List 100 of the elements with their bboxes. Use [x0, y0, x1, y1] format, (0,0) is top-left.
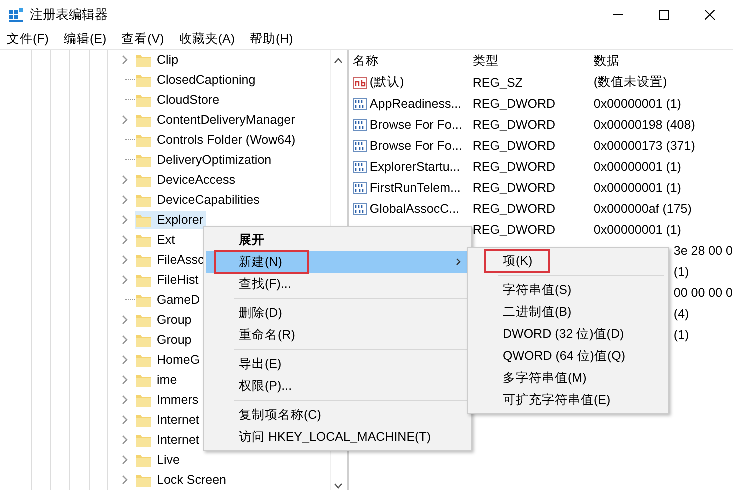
value-data: 0x00000001 (1): [594, 180, 682, 194]
tree-item[interactable]: Explorer: [135, 211, 206, 229]
tree-item[interactable]: DeviceAccess: [135, 171, 238, 189]
chevron-icon[interactable]: [122, 175, 129, 185]
tree-item[interactable]: Clip: [135, 51, 181, 69]
tree-item[interactable]: ime: [135, 371, 180, 389]
tree-item[interactable]: Internet: [135, 431, 202, 449]
chevron-icon[interactable]: [122, 275, 129, 285]
folder-icon: [136, 174, 151, 186]
tree-item[interactable]: DeliveryOptimization: [135, 151, 274, 169]
folder-icon: [136, 274, 151, 286]
submenu-item[interactable]: 多字符串值(M): [470, 367, 666, 389]
chevron-icon[interactable]: [122, 315, 129, 325]
chevron-icon[interactable]: [122, 195, 129, 205]
context-menu-item[interactable]: 重命名(R): [206, 324, 469, 346]
context-menu-item[interactable]: 新建(N): [206, 251, 469, 273]
value-data: 0x00000173 (371): [594, 138, 696, 152]
chevron-icon[interactable]: [122, 395, 129, 405]
chevron-icon[interactable]: [122, 415, 129, 425]
submenu-item[interactable]: QWORD (64 位)值(Q): [470, 345, 666, 367]
value-data: (4): [674, 306, 690, 320]
value-type: REG_DWORD: [472, 118, 556, 132]
tree-item[interactable]: Lock Screen: [135, 471, 228, 489]
folder-icon: [136, 454, 151, 466]
tree-item[interactable]: GameD: [135, 291, 202, 309]
chevron-icon[interactable]: [122, 115, 129, 125]
registry-icon: [8, 7, 24, 23]
tree-item[interactable]: HomeG: [135, 351, 202, 369]
menu-item[interactable]: 查看(V): [116, 31, 170, 48]
value-name[interactable]: Browse For Fo...: [370, 118, 462, 132]
chevron-icon[interactable]: [122, 255, 129, 265]
scroll-down-icon[interactable]: [334, 483, 344, 489]
column-header[interactable]: 数据: [594, 52, 733, 70]
chevron-icon[interactable]: [122, 375, 129, 385]
folder-icon: [136, 254, 151, 266]
value-name[interactable]: ExplorerStartu...: [370, 160, 460, 174]
tree-item[interactable]: Internet: [135, 411, 202, 429]
value-type: REG_DWORD: [472, 202, 556, 216]
value-data: 0x00000198 (408): [594, 118, 696, 132]
tree-item[interactable]: Controls Folder (Wow64): [135, 131, 298, 149]
folder-icon: [136, 194, 151, 206]
tree-item[interactable]: FileAssc: [135, 251, 206, 269]
chevron-icon[interactable]: [122, 455, 129, 465]
chevron-icon[interactable]: [122, 335, 129, 345]
tree-item[interactable]: FileHist: [135, 271, 201, 289]
context-menu-item[interactable]: 删除(D): [206, 302, 469, 324]
value-name[interactable]: AppReadiness...: [370, 96, 462, 110]
menu-item[interactable]: 编辑(E): [58, 31, 113, 48]
chevron-icon[interactable]: [122, 235, 129, 245]
scroll-up-icon[interactable]: [334, 58, 344, 64]
window-title: 注册表编辑器: [30, 6, 108, 24]
context-menu-item[interactable]: 权限(P)...: [206, 375, 469, 397]
value-type: REG_DWORD: [472, 138, 556, 152]
tree-item[interactable]: Group: [135, 331, 194, 349]
value-data: 00 00 00 0: [674, 286, 733, 300]
context-menu-item[interactable]: 导出(E): [206, 353, 469, 375]
tree-item[interactable]: Immers: [135, 391, 201, 409]
context-menu-item[interactable]: 查找(F)...: [206, 273, 469, 295]
folder-icon: [136, 294, 151, 306]
submenu-item[interactable]: 可扩充字符串值(E): [470, 389, 666, 411]
tree-item[interactable]: ContentDeliveryManager: [135, 111, 298, 129]
submenu-item[interactable]: 项(K): [470, 250, 666, 272]
context-menu-item[interactable]: 访问 HKEY_LOCAL_MACHINE(T): [206, 426, 469, 448]
menu-item[interactable]: 帮助(H): [244, 31, 300, 48]
tree-item[interactable]: DeviceCapabilities: [135, 191, 262, 209]
chevron-icon[interactable]: [122, 355, 129, 365]
folder-icon: [136, 214, 151, 226]
menu-item[interactable]: 文件(F): [2, 31, 55, 48]
menu-item[interactable]: 收藏夹(A): [174, 31, 241, 48]
context-menu-item[interactable]: 展开: [206, 229, 469, 251]
value-name[interactable]: (默认): [370, 74, 404, 91]
tree-item[interactable]: CloudStore: [135, 91, 222, 109]
value-name[interactable]: Browse For Fo...: [370, 138, 462, 152]
tree-item[interactable]: Ext: [135, 231, 178, 249]
column-header[interactable]: 名称: [352, 52, 473, 70]
value-data: (1): [674, 328, 690, 342]
tree-item[interactable]: Live: [135, 451, 182, 469]
submenu-item[interactable]: 二进制值(B): [470, 301, 666, 323]
tree-item[interactable]: ClosedCaptioning: [135, 71, 258, 89]
chevron-icon[interactable]: [122, 435, 129, 445]
submenu-item[interactable]: 字符串值(S): [470, 279, 666, 301]
chevron-icon[interactable]: [122, 475, 129, 485]
value-name[interactable]: FirstRunTelem...: [370, 180, 461, 194]
folder-icon: [136, 134, 151, 146]
value-type: REG_DWORD: [472, 96, 556, 110]
value-data: 3e 28 00 0: [674, 244, 733, 258]
submenu-item[interactable]: DWORD (32 位)值(D): [470, 323, 666, 345]
value-name[interactable]: GlobalAssocC...: [370, 202, 460, 216]
value-data: 0x00000001 (1): [594, 96, 682, 110]
binary-value-icon: [352, 182, 367, 194]
maximize-icon: [659, 10, 669, 20]
chevron-icon[interactable]: [122, 55, 129, 65]
tree-item[interactable]: Group: [135, 311, 194, 329]
folder-icon: [136, 314, 151, 326]
value-type: REG_DWORD: [472, 222, 556, 236]
column-header[interactable]: 类型: [472, 52, 594, 70]
folder-icon: [136, 414, 151, 426]
folder-icon: [136, 334, 151, 346]
context-menu-item[interactable]: 复制项名称(C): [206, 404, 469, 426]
chevron-icon[interactable]: [122, 215, 129, 225]
